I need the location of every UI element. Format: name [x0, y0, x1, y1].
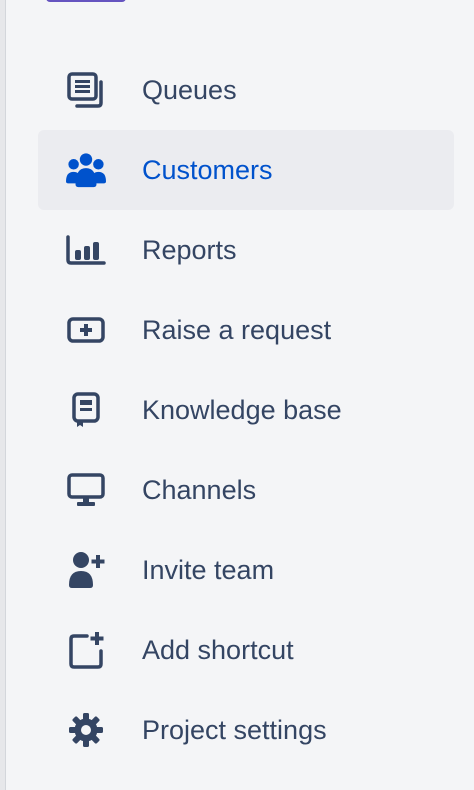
invite-team-icon	[66, 552, 106, 588]
customers-icon	[66, 152, 106, 188]
sidebar-item-customers[interactable]: Customers	[38, 130, 454, 210]
sidebar-item-label: Queues	[142, 75, 237, 105]
sidebar-item-label: Add shortcut	[142, 635, 294, 665]
sidebar-item-label: Knowledge base	[142, 395, 342, 425]
sidebar-item-invite-team[interactable]: Invite team	[38, 530, 454, 610]
sidebar-item-queues[interactable]: Queues	[38, 50, 454, 130]
gear-icon	[66, 712, 106, 748]
channels-icon	[66, 472, 106, 508]
raise-request-icon	[66, 312, 106, 348]
sidebar-item-project-settings[interactable]: Project settings	[38, 690, 454, 770]
project-sidebar-nav: Queues Customers Reports Raise a request…	[38, 50, 454, 770]
sidebar-item-knowledge-base[interactable]: Knowledge base	[38, 370, 454, 450]
sidebar-item-label: Raise a request	[142, 315, 332, 345]
sidebar-item-label: Channels	[142, 475, 257, 505]
sidebar-item-label: Project settings	[142, 715, 327, 745]
sidebar-edge	[0, 0, 6, 790]
sidebar-item-reports[interactable]: Reports	[38, 210, 454, 290]
add-shortcut-icon	[66, 632, 106, 669]
sidebar-item-label: Invite team	[142, 555, 275, 585]
sidebar-item-channels[interactable]: Channels	[38, 450, 454, 530]
reports-icon	[66, 232, 106, 268]
knowledge-base-icon	[66, 392, 106, 428]
sidebar-item-label: Reports	[142, 235, 237, 265]
sidebar-item-raise-request[interactable]: Raise a request	[38, 290, 454, 370]
queues-icon	[66, 72, 106, 108]
project-avatar-edge	[46, 0, 126, 2]
sidebar-item-add-shortcut[interactable]: Add shortcut	[38, 610, 454, 690]
sidebar-item-label: Customers	[142, 155, 273, 185]
